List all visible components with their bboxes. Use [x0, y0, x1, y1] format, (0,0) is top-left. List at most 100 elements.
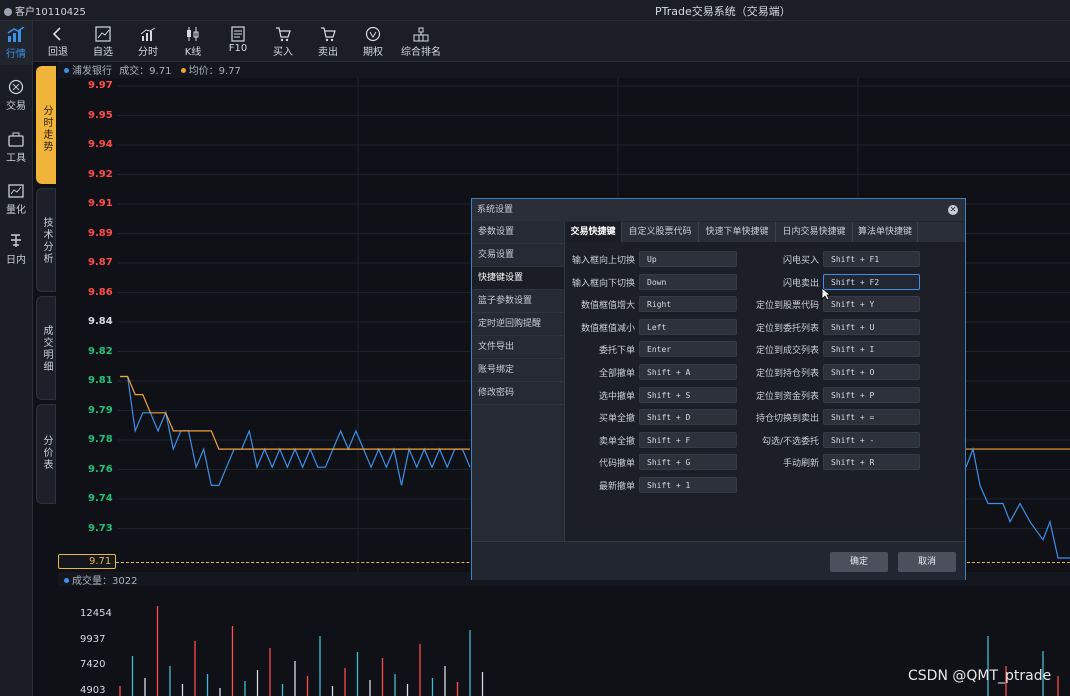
shortcut-key-input[interactable]: Shift + F2: [823, 273, 920, 290]
shortcut-label: 勾选/不选委托: [761, 436, 819, 447]
nav-label: 日内: [6, 255, 26, 266]
tab-technical-analysis[interactable]: 技术分析: [36, 188, 56, 292]
account-label: 客户10110425: [4, 3, 86, 18]
shortcut-key-input[interactable]: Right: [639, 296, 737, 313]
price-tick-label: 9.74: [88, 493, 113, 504]
nav-label: 交易: [6, 101, 26, 112]
nav-label: 量化: [6, 205, 26, 216]
toolbar-label: F10: [228, 43, 248, 54]
dialog-footer: 确定 取消: [472, 541, 965, 580]
shortcut-label: 定位到股票代码: [755, 301, 819, 312]
shortcut-key-input[interactable]: Shift + U: [823, 318, 920, 335]
nav-market[interactable]: 行情: [0, 21, 32, 65]
shortcut-label: 定位到资金列表: [755, 391, 819, 402]
tab-quick-order-shortcuts[interactable]: 快速下单快捷键: [699, 222, 776, 242]
price-tick-label: 9.76: [88, 463, 113, 475]
kline-button[interactable]: K线: [171, 21, 215, 61]
price-tick-label: 9.79: [88, 404, 113, 416]
close-icon[interactable]: ✕: [948, 205, 958, 215]
avg-price-line: [120, 375, 470, 450]
shortcut-key-input[interactable]: Shift + F: [639, 431, 737, 448]
volume-tick-label: 4903: [80, 684, 106, 696]
volume-tick-label: 7420: [80, 659, 106, 670]
shortcut-key-input[interactable]: Shift + =: [823, 409, 920, 426]
left-nav: 行情 交易 工具 量化 日内: [0, 21, 33, 696]
settings-menu-item[interactable]: 参数设置: [472, 221, 564, 244]
cart-buy-icon: [276, 27, 291, 42]
chart-legend: 浦发银行 成交：9.71 均价：9.77: [58, 62, 1070, 78]
shortcut-key-input[interactable]: Up: [639, 251, 737, 267]
shortcut-key-input[interactable]: Down: [639, 273, 737, 290]
ranking-button[interactable]: 综合排名: [396, 21, 446, 61]
shortcut-key-input[interactable]: Shift + O: [823, 364, 920, 380]
settings-sidebar: 参数设置 交易设置 快捷键设置 篮子参数设置 定时逆回购提醒 文件导出 账号绑定 修改密码: [472, 221, 565, 541]
shortcut-key-input[interactable]: Left: [639, 318, 737, 335]
option-button[interactable]: 期权: [351, 21, 395, 61]
price-tick-label: 9.73: [88, 522, 113, 534]
tab-intraday-shortcuts[interactable]: 日内交易快捷键: [776, 222, 853, 242]
watchlist-button[interactable]: 自选: [81, 21, 125, 61]
tab-algo-shortcuts[interactable]: 算法单快捷键: [853, 222, 918, 242]
shortcut-key-input[interactable]: Shift + Y: [823, 296, 920, 313]
settings-menu-item[interactable]: 篮子参数设置: [472, 290, 564, 313]
avg-price: 均价：9.77: [188, 66, 241, 77]
settings-menu-item[interactable]: 账号绑定: [472, 359, 564, 382]
shortcut-key-input[interactable]: Shift + D: [639, 409, 737, 426]
shortcut-key-input[interactable]: Shift + F1: [823, 251, 920, 267]
toolbar-label: 自选: [93, 47, 113, 58]
settings-tabs: 交易快捷键 自定义股票代码 快速下单快捷键 日内交易快捷键 算法单快捷键: [565, 222, 965, 242]
shortcut-key-input[interactable]: Shift + P: [823, 386, 920, 403]
settings-menu-item[interactable]: 交易设置: [472, 244, 564, 267]
timeshare-button[interactable]: 分时: [126, 21, 170, 61]
shortcut-key-input[interactable]: Shift + G: [639, 454, 737, 471]
shortcut-label: 输入框向上切换: [571, 256, 635, 266]
shortcut-label: 定位到成交列表: [755, 346, 819, 357]
shortcut-key-input[interactable]: Shift + I: [823, 341, 920, 358]
tab-price-table[interactable]: 分价表: [36, 404, 56, 504]
shortcut-label: 持仓切换到卖出: [755, 414, 819, 425]
nav-intraday[interactable]: 日内: [0, 227, 32, 271]
mouse-cursor-icon: [821, 287, 831, 301]
user-icon: [4, 8, 12, 16]
shortcut-key-input[interactable]: Enter: [639, 341, 737, 358]
ok-button[interactable]: 确定: [830, 552, 888, 572]
window-title: PTrade交易系统（交易端）: [655, 5, 791, 18]
back-icon: [52, 27, 61, 41]
shortcut-label: 卖单全撤: [598, 436, 635, 447]
volume-tick-label: 12454: [80, 608, 112, 619]
shortcut-key-input[interactable]: Shift + R: [823, 454, 920, 471]
nav-trade[interactable]: 交易: [0, 73, 32, 117]
option-icon: [365, 26, 381, 42]
avg-dot: [180, 68, 186, 73]
quant-icon: [8, 184, 24, 198]
settings-menu-item[interactable]: 文件导出: [472, 336, 564, 359]
shortcut-key-input[interactable]: Shift + -: [823, 431, 920, 448]
price-tick-label: 9.89: [88, 227, 113, 239]
tab-trade-shortcuts[interactable]: 交易快捷键: [565, 222, 622, 242]
shortcut-label: 选中撤单: [598, 391, 635, 402]
settings-menu-item[interactable]: 快捷键设置: [472, 267, 564, 290]
vertical-tabs: 分时走势 技术分析 成交明细 分价表: [36, 62, 58, 696]
market-icon: [7, 27, 25, 42]
buy-button[interactable]: 买入: [261, 21, 305, 61]
f10-button[interactable]: F10: [216, 21, 260, 61]
cancel-button[interactable]: 取消: [898, 552, 956, 572]
tab-deal-details[interactable]: 成交明细: [36, 296, 56, 400]
tab-label: 技术分析: [41, 217, 52, 265]
nav-tools[interactable]: 工具: [0, 125, 32, 169]
cart-sell-icon: [321, 27, 336, 42]
shortcut-key-input[interactable]: Shift + 1: [639, 477, 737, 493]
settings-menu-item[interactable]: 修改密码: [472, 382, 564, 405]
sell-button[interactable]: 卖出: [306, 21, 350, 61]
tab-timeshare-trend[interactable]: 分时走势: [36, 66, 56, 184]
shortcut-key-input[interactable]: Shift + S: [639, 386, 737, 403]
tab-custom-stock-code[interactable]: 自定义股票代码: [622, 222, 699, 242]
intraday-icon: [11, 234, 21, 247]
back-button[interactable]: 回退: [36, 21, 80, 61]
shortcut-label: 数值框值增大: [580, 301, 635, 312]
settings-menu-item[interactable]: 定时逆回购提醒: [472, 313, 564, 336]
nav-quant[interactable]: 量化: [0, 177, 32, 221]
shortcut-key-input[interactable]: Shift + A: [639, 364, 737, 380]
toolbar-label: 综合排名: [401, 47, 441, 58]
shortcut-label: 全部撤单: [598, 369, 635, 379]
